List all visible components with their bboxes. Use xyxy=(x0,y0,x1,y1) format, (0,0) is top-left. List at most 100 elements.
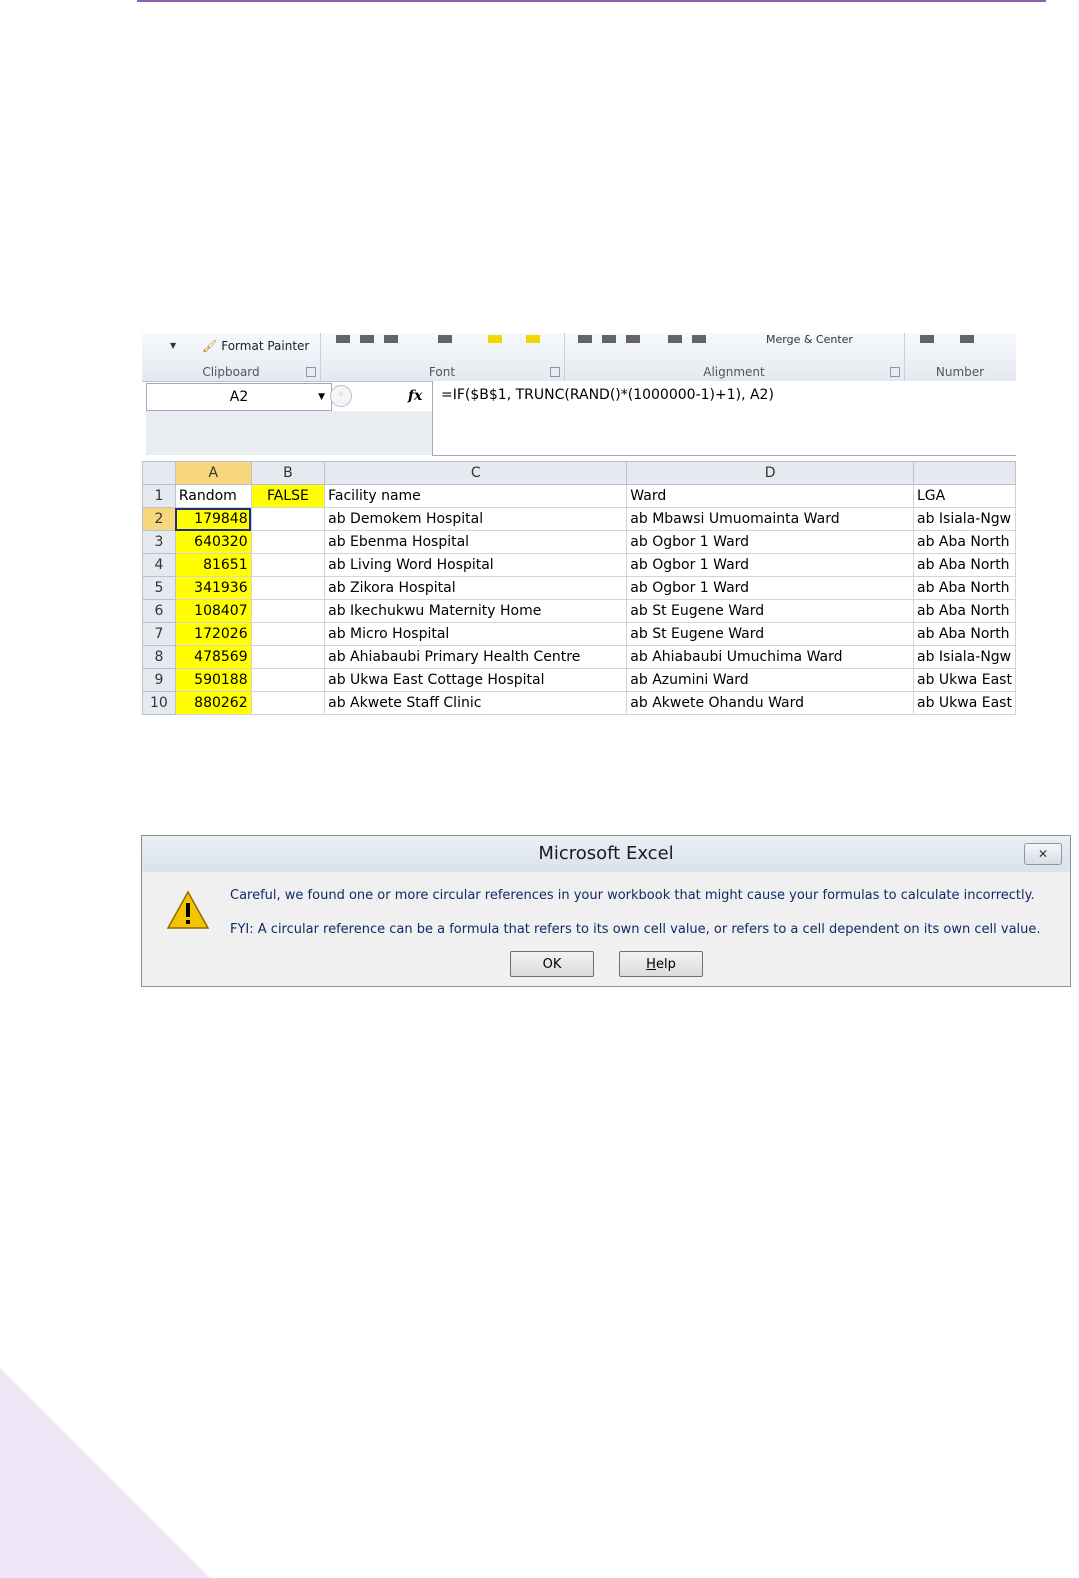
cell-ward[interactable]: ab Ogbor 1 Ward xyxy=(626,576,914,600)
cell-c1[interactable]: Facility name xyxy=(324,484,628,508)
cell-facility-name[interactable]: ab Ukwa East Cottage Hospital xyxy=(324,668,628,692)
percent-icon[interactable] xyxy=(960,335,974,343)
cell-facility-name[interactable]: ab Living Word Hospital xyxy=(324,553,628,577)
merge-center-button[interactable]: Merge & Center xyxy=(766,333,853,346)
cell-b[interactable] xyxy=(250,691,326,715)
help-button[interactable]: Help xyxy=(619,951,703,977)
cell-lga[interactable]: ab Aba North xyxy=(912,576,1016,600)
align-center-icon[interactable] xyxy=(602,335,616,343)
column-header-row: A B C D xyxy=(142,461,1016,485)
row-header[interactable]: 3 xyxy=(142,530,176,554)
cell-lga[interactable]: ab Isiala-Ngw xyxy=(912,507,1016,531)
cell-a1[interactable]: Random xyxy=(174,484,252,508)
align-right-icon[interactable] xyxy=(626,335,640,343)
cell-b[interactable] xyxy=(250,576,326,600)
cell-facility-name[interactable]: ab Micro Hospital xyxy=(324,622,628,646)
cell-random[interactable]: 341936 xyxy=(174,576,252,600)
cell-ward[interactable]: ab Ogbor 1 Ward xyxy=(626,530,914,554)
borders-icon[interactable] xyxy=(438,335,452,343)
cell-facility-name[interactable]: ab Ebenma Hospital xyxy=(324,530,628,554)
row-header[interactable]: 2 xyxy=(142,507,176,531)
italic-icon[interactable] xyxy=(360,335,374,343)
cell-lga[interactable]: ab Aba North xyxy=(912,553,1016,577)
formula-bar[interactable]: =IF($B$1, TRUNC(RAND()*(1000000-1)+1), A… xyxy=(432,381,1016,456)
cell-ward[interactable]: ab St Eugene Ward xyxy=(626,622,914,646)
decrease-indent-icon[interactable] xyxy=(668,335,682,343)
cell-b[interactable] xyxy=(250,507,326,531)
cell-lga[interactable]: ab Aba North xyxy=(912,622,1016,646)
cell-b[interactable] xyxy=(250,530,326,554)
cell-lga[interactable]: ab Isiala-Ngw xyxy=(912,645,1016,669)
cell-d1[interactable]: Ward xyxy=(626,484,914,508)
dialog-launcher-icon[interactable] xyxy=(306,367,316,377)
formula-bar-resize-icon[interactable]: ◦ xyxy=(330,385,352,407)
chevron-down-icon[interactable]: ▼ xyxy=(318,384,325,410)
row-header[interactable]: 8 xyxy=(142,645,176,669)
cell-lga[interactable]: ab Aba North xyxy=(912,599,1016,623)
circular-reference-dialog: Microsoft Excel ✕ Careful, we found one … xyxy=(141,835,1071,987)
font-group: Font xyxy=(320,333,565,381)
column-header-e[interactable] xyxy=(912,461,1016,485)
row-header[interactable]: 7 xyxy=(142,622,176,646)
select-all-corner[interactable] xyxy=(142,461,176,485)
column-header-d[interactable]: D xyxy=(626,461,914,485)
increase-indent-icon[interactable] xyxy=(692,335,706,343)
cell-lga[interactable]: ab Aba North xyxy=(912,530,1016,554)
format-painter-button[interactable]: 🖌 Format Painter xyxy=(202,339,309,353)
row-header[interactable]: 6 xyxy=(142,599,176,623)
cell-facility-name[interactable]: ab Akwete Staff Clinic xyxy=(324,691,628,715)
column-header-b[interactable]: B xyxy=(250,461,326,485)
row-header[interactable]: 4 xyxy=(142,553,176,577)
cell-facility-name[interactable]: ab Ahiabaubi Primary Health Centre xyxy=(324,645,628,669)
column-header-c[interactable]: C xyxy=(324,461,628,485)
table-row: 5 341936 ab Zikora Hospital ab Ogbor 1 Ward… xyxy=(142,576,1016,600)
cell-facility-name[interactable]: ab Zikora Hospital xyxy=(324,576,628,600)
cell-facility-name[interactable]: ab Ikechukwu Maternity Home xyxy=(324,599,628,623)
cell-random[interactable]: 172026 xyxy=(174,622,252,646)
cell-lga[interactable]: ab Ukwa East xyxy=(912,691,1016,715)
cell-lga[interactable]: ab Ukwa East xyxy=(912,668,1016,692)
cell-b[interactable] xyxy=(250,553,326,577)
cell-facility-name[interactable]: ab Demokem Hospital xyxy=(324,507,628,531)
ok-button[interactable]: OK xyxy=(510,951,594,977)
cell-b1[interactable]: FALSE xyxy=(250,484,326,508)
cell-ward[interactable]: ab Ahiabaubi Umuchima Ward xyxy=(626,645,914,669)
cell-b[interactable] xyxy=(250,622,326,646)
underline-icon[interactable] xyxy=(384,335,398,343)
cell-random[interactable]: 640320 xyxy=(174,530,252,554)
cell-b[interactable] xyxy=(250,599,326,623)
cell-ward[interactable]: ab St Eugene Ward xyxy=(626,599,914,623)
align-left-icon[interactable] xyxy=(578,335,592,343)
insert-function-icon[interactable]: fx xyxy=(408,388,422,404)
cell-random[interactable]: 590188 xyxy=(174,668,252,692)
cell-ward[interactable]: ab Akwete Ohandu Ward xyxy=(626,691,914,715)
cell-random[interactable]: 478569 xyxy=(174,645,252,669)
bold-icon[interactable] xyxy=(336,335,350,343)
cell-random[interactable]: 880262 xyxy=(174,691,252,715)
fill-color-icon[interactable] xyxy=(488,335,502,343)
excel-screenshot: ▼ 🖌 Format Painter Clipboard Font Merge &… xyxy=(142,333,1016,718)
dialog-launcher-icon[interactable] xyxy=(550,367,560,377)
row-header[interactable]: 1 xyxy=(142,484,176,508)
cell-random[interactable]: 179848 xyxy=(174,507,252,531)
row-header[interactable]: 10 xyxy=(142,691,176,715)
currency-icon[interactable] xyxy=(920,335,934,343)
cell-ward[interactable]: ab Azumini Ward xyxy=(626,668,914,692)
cell-e1[interactable]: LGA xyxy=(912,484,1016,508)
name-box[interactable]: A2 ▼ xyxy=(146,383,332,411)
cell-random[interactable]: 108407 xyxy=(174,599,252,623)
row-header[interactable]: 5 xyxy=(142,576,176,600)
cell-ward[interactable]: ab Ogbor 1 Ward xyxy=(626,553,914,577)
paste-dropdown-icon[interactable]: ▼ xyxy=(170,341,176,350)
cell-b[interactable] xyxy=(250,668,326,692)
row-header[interactable]: 9 xyxy=(142,668,176,692)
dialog-launcher-icon[interactable] xyxy=(890,367,900,377)
table-row: 6 108407 ab Ikechukwu Maternity Home ab St … xyxy=(142,599,1016,623)
cell-b[interactable] xyxy=(250,645,326,669)
font-color-icon[interactable] xyxy=(526,335,540,343)
dialog-message: Careful, we found one or more circular r… xyxy=(230,888,1035,903)
close-icon[interactable]: ✕ xyxy=(1024,843,1062,865)
cell-ward[interactable]: ab Mbawsi Umuomainta Ward xyxy=(626,507,914,531)
cell-random[interactable]: 81651 xyxy=(174,553,252,577)
column-header-a[interactable]: A xyxy=(174,461,252,485)
